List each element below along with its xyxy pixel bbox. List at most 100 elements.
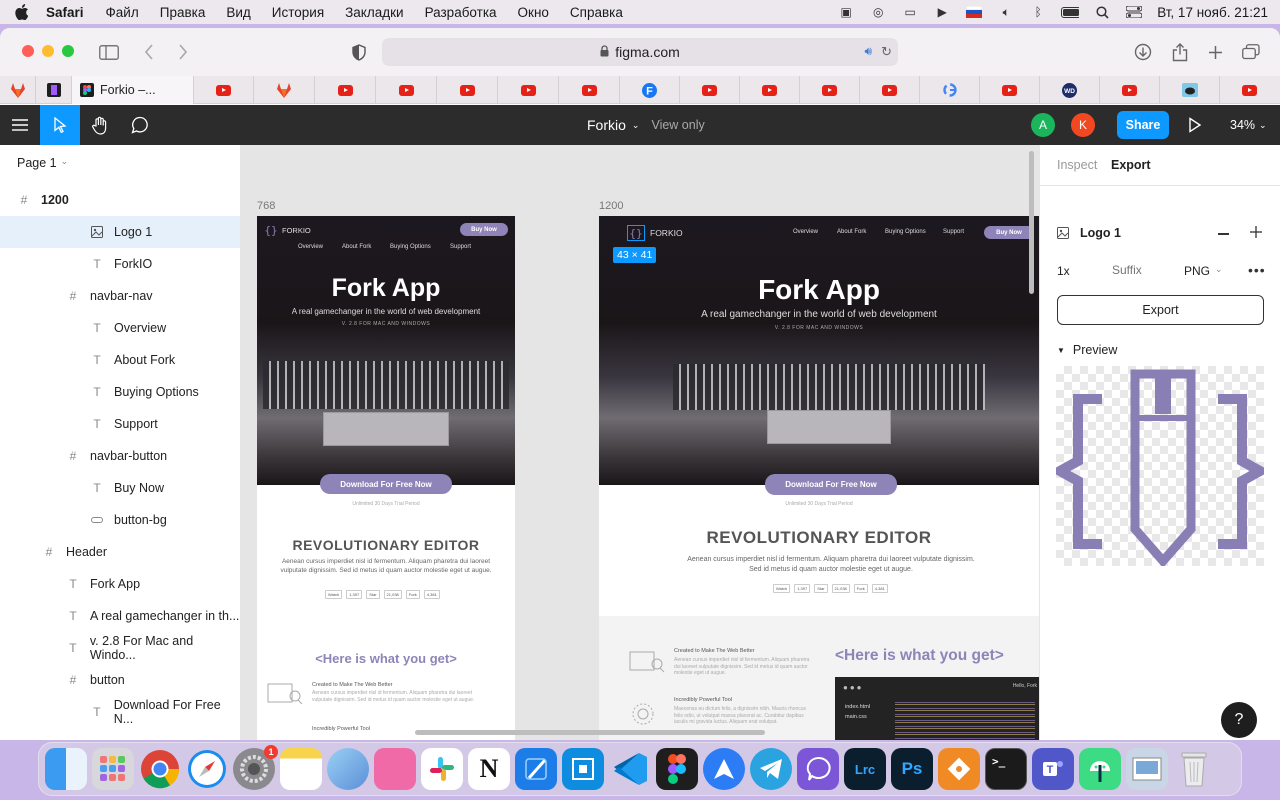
comment-tool-icon[interactable] — [120, 105, 160, 145]
tab-export[interactable]: Export — [1111, 158, 1151, 172]
tab-youtube-4[interactable] — [437, 76, 498, 104]
dock-vscode-icon[interactable] — [609, 748, 651, 790]
reload-icon[interactable]: ↻ — [881, 44, 892, 60]
help-button[interactable]: ? — [1221, 702, 1257, 738]
battery-widget-icon[interactable]: ▭ — [901, 5, 919, 19]
tab-inspect[interactable]: Inspect — [1057, 158, 1097, 172]
downloads-icon[interactable] — [1132, 42, 1154, 62]
dock-telegram-icon[interactable] — [750, 748, 792, 790]
input-source-icon[interactable] — [965, 5, 983, 19]
dock-teams-icon[interactable]: T — [1032, 748, 1074, 790]
menu-view[interactable]: Вид — [226, 5, 250, 20]
dock-android-studio-icon[interactable] — [1079, 748, 1121, 790]
dock-safari-icon[interactable] — [186, 748, 228, 790]
address-bar[interactable]: figma.com 🔊︎ ↻ — [382, 38, 898, 66]
canvas-horizontal-scrollbar[interactable] — [415, 730, 765, 735]
tab-forkio-active[interactable]: Forkio –... — [72, 76, 194, 104]
tab-youtube-8[interactable] — [740, 76, 800, 104]
tab-youtube-10[interactable] — [860, 76, 920, 104]
remove-export-icon[interactable] — [1218, 233, 1229, 235]
dock-terminal-icon[interactable]: >_ — [985, 748, 1027, 790]
dock-launchpad-icon[interactable] — [92, 748, 134, 790]
scale-select[interactable]: 1x — [1057, 264, 1070, 278]
canvas-vertical-scrollbar[interactable] — [1029, 151, 1034, 294]
tab-gitlab[interactable] — [0, 76, 36, 104]
tab-youtube-7[interactable] — [680, 76, 740, 104]
dock-system-preferences-icon[interactable]: 1 — [233, 745, 278, 790]
avatar[interactable]: K — [1071, 113, 1095, 137]
dock-notion-icon[interactable]: N — [468, 748, 510, 790]
control-center-icon[interactable] — [1125, 5, 1143, 19]
dock-figma-icon[interactable] — [656, 748, 698, 790]
minimize-window-button[interactable] — [42, 45, 54, 57]
tab-youtube-9[interactable] — [800, 76, 860, 104]
tab-youtube-11[interactable] — [980, 76, 1040, 104]
battery-icon[interactable] — [1061, 5, 1080, 19]
share-button[interactable]: Share — [1117, 111, 1169, 139]
sidebar-toggle-icon[interactable] — [98, 42, 120, 62]
creative-cloud-icon[interactable]: ◎ — [869, 5, 887, 19]
layer-gamechanger[interactable]: T A real gamechanger in th... — [0, 600, 240, 632]
tab-wordpress[interactable]: WD — [1040, 76, 1100, 104]
layer-navbar-nav[interactable]: # navbar-nav — [0, 280, 240, 312]
hand-tool-icon[interactable] — [80, 105, 120, 145]
dock-xcode-icon[interactable] — [515, 748, 557, 790]
menu-app-name[interactable]: Safari — [46, 5, 84, 20]
layer-forkio[interactable]: T ForkIO — [0, 248, 240, 280]
menubar-clock[interactable]: Вт, 17 нояб. 21:21 — [1157, 5, 1268, 20]
tab-youtube-3[interactable] — [376, 76, 437, 104]
dock-viber-icon[interactable] — [797, 748, 839, 790]
design-canvas[interactable]: 768 1200 {} FORKIO Buy Now Overview Abou… — [241, 145, 1039, 740]
layer-overview[interactable]: T Overview — [0, 312, 240, 344]
avatar[interactable]: A — [1031, 113, 1055, 137]
spotlight-search-icon[interactable] — [1093, 5, 1111, 19]
layer-version[interactable]: Tv. 2.8 For Mac and Windo... — [0, 632, 240, 664]
bluetooth-icon[interactable]: ᛒ — [1029, 5, 1047, 19]
move-tool-icon[interactable] — [40, 105, 80, 145]
dock-git-icon[interactable] — [938, 748, 980, 790]
present-icon[interactable] — [1188, 117, 1202, 136]
frame-1200[interactable]: {} FORKIO 43 × 41 Overview About Fork Bu… — [599, 216, 1039, 740]
layer-buy-now[interactable]: T Buy Now — [0, 472, 240, 504]
share-icon[interactable] — [1169, 42, 1191, 62]
layer-download-text[interactable]: T Download For Free N... — [0, 696, 240, 728]
tab-google[interactable] — [920, 76, 980, 104]
layer-button[interactable]: # button — [0, 664, 240, 696]
tab-overview-icon[interactable] — [1240, 42, 1262, 62]
dock-migration-icon[interactable] — [327, 748, 369, 790]
dock-lightroom-icon[interactable]: Lrc — [844, 748, 886, 790]
layer-fork-app[interactable]: T Fork App — [0, 568, 240, 600]
suffix-input[interactable] — [1102, 258, 1172, 282]
layer-button-bg[interactable]: button-bg — [0, 504, 240, 536]
menu-history[interactable]: История — [272, 5, 324, 20]
tab-youtube-1[interactable] — [194, 76, 254, 104]
tab-youtube-2[interactable] — [315, 76, 376, 104]
dock-notes-icon[interactable] — [280, 748, 322, 790]
file-name[interactable]: Forkio — [587, 117, 626, 133]
menu-edit[interactable]: Правка — [160, 5, 206, 20]
dock-chrome-icon[interactable] — [139, 748, 181, 790]
tab-youtube-5[interactable] — [498, 76, 559, 104]
tab-youtube-13[interactable] — [1220, 76, 1279, 104]
zoom-window-button[interactable] — [62, 45, 74, 57]
preview-toggle[interactable]: ▼ Preview — [1057, 343, 1117, 357]
chevron-down-icon[interactable]: ⌄ — [632, 120, 640, 131]
layer-support[interactable]: T Support — [0, 408, 240, 440]
tab-youtube-6[interactable] — [559, 76, 620, 104]
back-icon[interactable] — [138, 42, 160, 62]
status-app-icon[interactable]: ▣ — [837, 5, 855, 19]
dock-finder-icon[interactable] — [45, 748, 87, 790]
tab-bird-site[interactable] — [1160, 76, 1220, 104]
layer-header[interactable]: # Header — [0, 536, 240, 568]
menu-window[interactable]: Окно — [518, 5, 549, 20]
dock-rider-icon[interactable] — [562, 748, 604, 790]
dock-preview-icon[interactable] — [1126, 748, 1168, 790]
format-select[interactable]: PNG ⌄ — [1184, 264, 1223, 278]
new-tab-icon[interactable] — [1204, 42, 1226, 62]
dock-sketchbook-icon[interactable] — [374, 748, 416, 790]
main-menu-icon[interactable] — [0, 105, 40, 145]
play-icon[interactable]: ▶ — [933, 5, 951, 19]
tab-youtube-12[interactable] — [1100, 76, 1160, 104]
menu-develop[interactable]: Разработка — [425, 5, 497, 20]
audio-playing-icon[interactable]: 🔊︎ — [864, 44, 872, 59]
